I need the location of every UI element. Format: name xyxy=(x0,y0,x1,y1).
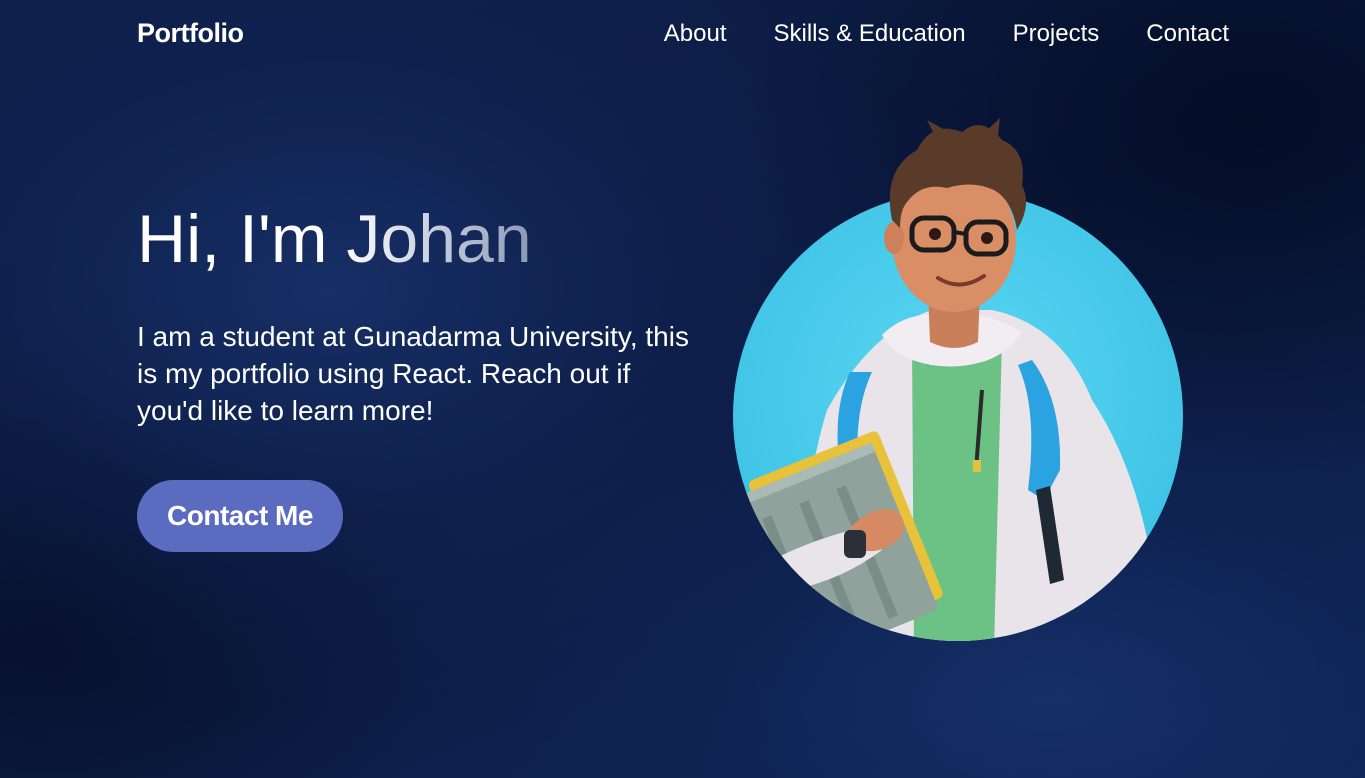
avatar xyxy=(732,110,1184,650)
hero-title: Hi, I'm Johan xyxy=(137,200,557,278)
student-avatar-illustration xyxy=(733,118,1183,641)
nav-link-about[interactable]: About xyxy=(664,20,727,48)
contact-me-button[interactable]: Contact Me xyxy=(137,480,343,552)
nav-link-projects[interactable]: Projects xyxy=(1013,20,1100,48)
nav-link-skills-education[interactable]: Skills & Education xyxy=(773,20,965,48)
brand-logo[interactable]: Portfolio xyxy=(137,18,244,49)
navbar: Portfolio About Skills & Education Proje… xyxy=(0,0,1365,70)
nav-links: About Skills & Education Projects Contac… xyxy=(664,20,1229,48)
hero-description: I am a student at Gunadarma University, … xyxy=(137,321,689,426)
nav-link-contact[interactable]: Contact xyxy=(1146,20,1229,48)
